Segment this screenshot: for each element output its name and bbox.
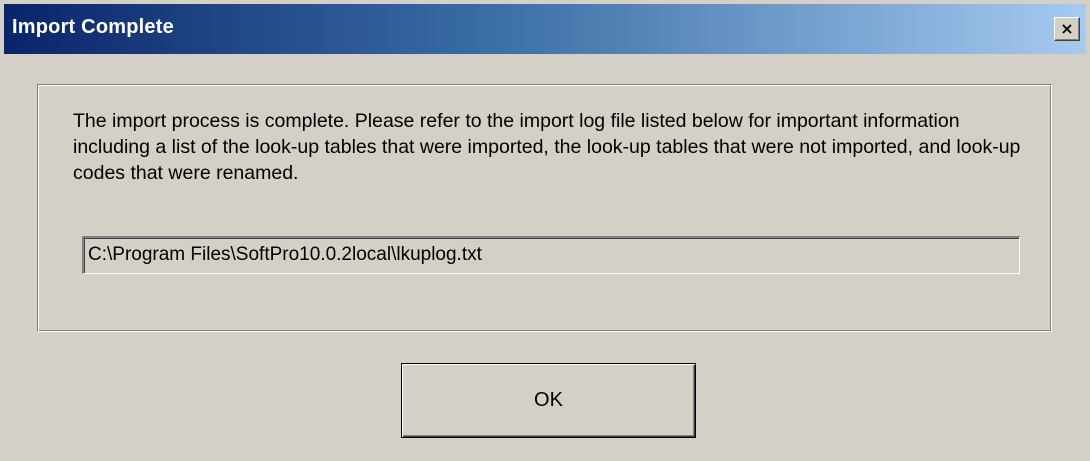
close-icon: × bbox=[1060, 19, 1074, 38]
completion-message: The import process is complete. Please r… bbox=[73, 110, 1021, 184]
title-bar[interactable]: Import Complete × bbox=[4, 4, 1086, 54]
close-button[interactable]: × bbox=[1054, 17, 1080, 41]
log-file-path-field[interactable]: C:\Program Files\SoftPro10.0.2local\lkup… bbox=[82, 236, 1020, 274]
ok-button[interactable]: OK bbox=[401, 363, 696, 438]
message-group: The import process is complete. Please r… bbox=[37, 84, 1052, 332]
dialog-title: Import Complete bbox=[12, 16, 174, 38]
import-complete-dialog: Import Complete × The import process is … bbox=[0, 0, 1090, 461]
